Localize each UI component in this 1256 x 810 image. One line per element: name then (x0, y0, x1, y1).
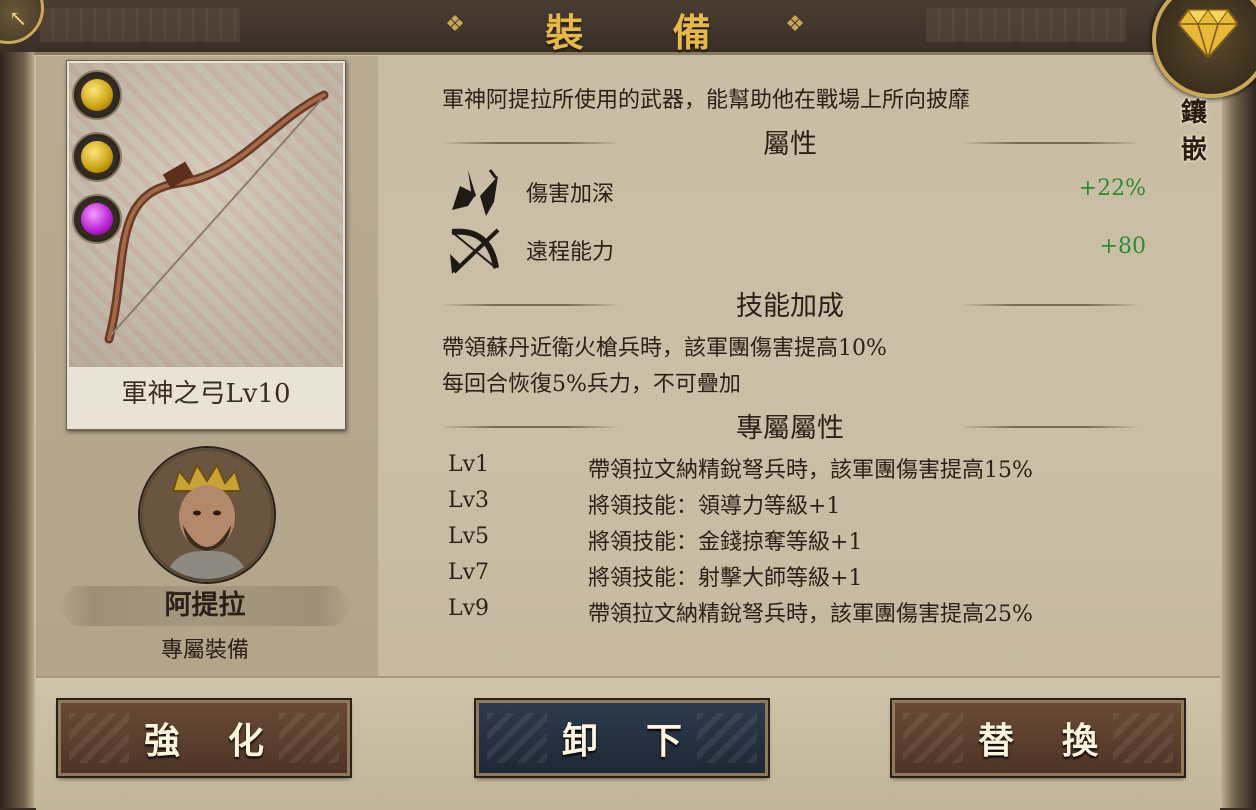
unequip-button[interactable]: 卸下 (476, 700, 768, 776)
replace-button[interactable]: 替換 (892, 700, 1184, 776)
item-name: 軍神之弓Lv10 (121, 379, 291, 409)
divider (960, 425, 1140, 428)
hero-name: 阿提拉 (164, 590, 246, 621)
exclusive-level: Lv3 (448, 488, 490, 513)
stat-value: +22% (1078, 176, 1146, 201)
exclusive-text: 將領技能：金錢掠奪等級+1 (588, 530, 863, 555)
exclusive-text: 將領技能：領導力等級+1 (588, 494, 841, 519)
exclusive-level: Lv5 (448, 524, 490, 549)
frame-border-left (0, 52, 34, 808)
hero-portrait-icon (143, 451, 271, 579)
exclusive-level: Lv7 (448, 560, 490, 585)
section-attributes: 屬性 (440, 122, 1140, 161)
divider (960, 141, 1140, 144)
stat-value: +80 (1099, 234, 1146, 259)
equipment-window: ❖ ❖ 裝 備 ↖ 鑲嵌 軍神之弓Lv10 阿提拉 專屬裝備 軍神阿提拉所使用的… (0, 0, 1256, 810)
title-bar: ❖ ❖ 裝 備 (0, 0, 1256, 55)
gem-yellow-icon (81, 79, 113, 111)
enhance-button[interactable]: 強化 (58, 700, 350, 776)
section-title: 專屬屬性 (736, 413, 844, 444)
exclusive-level: Lv1 (448, 452, 490, 477)
arrow-icon: ↖ (9, 7, 28, 32)
section-skill-bonus: 技能加成 (440, 284, 1140, 323)
section-title: 屬性 (763, 129, 817, 160)
stat-row: 傷害加深 +22% (446, 166, 1146, 218)
item-description: 軍神阿提拉所使用的武器，能幫助他在戰場上所向披靡 (442, 88, 971, 113)
gem-slot-1[interactable] (72, 70, 122, 120)
divider (440, 303, 620, 306)
hero-avatar[interactable] (140, 448, 274, 582)
gem-yellow-icon (81, 141, 113, 173)
divider (440, 141, 620, 144)
skill-line: 每回合恢復5%兵力，不可疊加 (442, 372, 741, 397)
gem-slot-2[interactable] (72, 132, 122, 182)
gem-slot-3[interactable] (72, 194, 122, 244)
section-title: 技能加成 (736, 291, 844, 322)
inlay-label: 鑲嵌 (1180, 98, 1235, 165)
exclusive-text: 帶領拉文納精銳弩兵時，該軍團傷害提高25% (588, 602, 1033, 627)
stat-label: 傷害加深 (526, 182, 615, 207)
exclusive-text: 將領技能：射擊大師等級+1 (588, 566, 863, 591)
inlay-button[interactable] (1152, 0, 1256, 98)
exclusive-text: 帶領拉文納精銳弩兵時，該軍團傷害提高15% (588, 458, 1033, 483)
crossbow-icon (450, 228, 500, 274)
stat-row: 遠程能力 +80 (446, 224, 1146, 276)
stat-label: 遠程能力 (526, 240, 615, 265)
page-title: 裝 備 (545, 10, 749, 55)
gem-purple-icon (81, 203, 113, 235)
divider (440, 425, 620, 428)
exclusive-level: Lv9 (448, 596, 490, 621)
hero-subtitle: 專屬裝備 (160, 638, 249, 663)
diamond-icon (1178, 9, 1238, 58)
section-exclusive: 專屬屬性 (440, 406, 1140, 445)
skill-line: 帶領蘇丹近衛火槍兵時，該軍團傷害提高10% (442, 336, 887, 361)
divider (960, 303, 1140, 306)
sword-damage-icon (452, 169, 498, 216)
